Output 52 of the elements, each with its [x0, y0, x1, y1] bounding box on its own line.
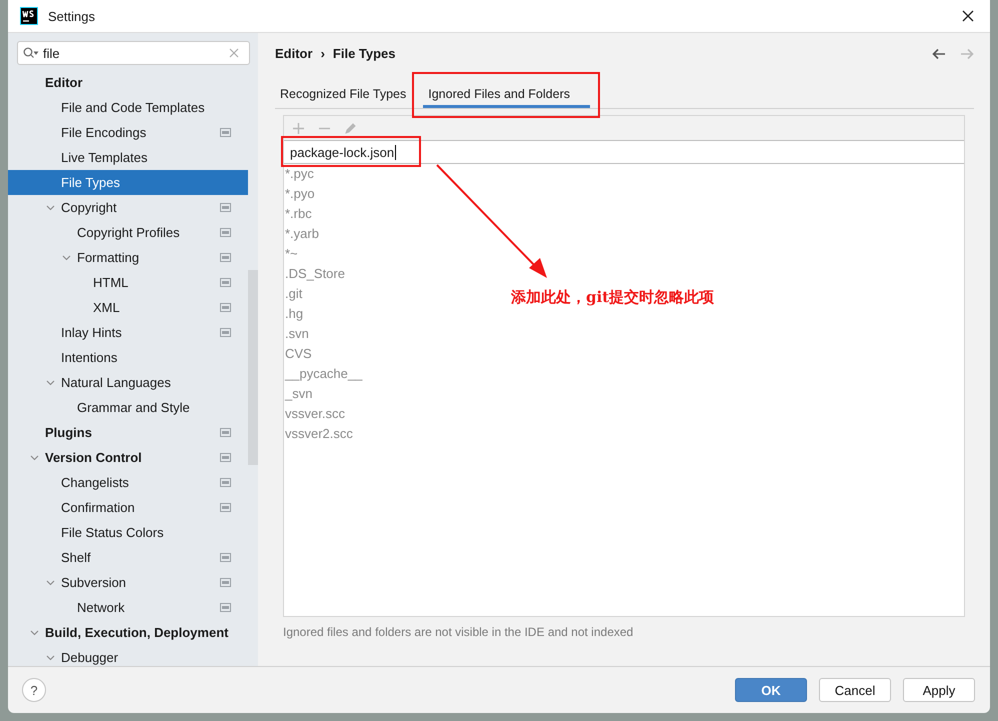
- tree-item[interactable]: Version Control: [8, 445, 248, 470]
- tree-item[interactable]: File and Code Templates: [8, 95, 248, 120]
- scrollbar[interactable]: [248, 270, 258, 465]
- chevron-icon[interactable]: [30, 630, 39, 636]
- chevron-icon[interactable]: [62, 254, 71, 260]
- tree-item[interactable]: Subversion: [8, 570, 248, 595]
- search-icon: [23, 47, 39, 59]
- help-button[interactable]: ?: [22, 678, 46, 702]
- tree-item[interactable]: File Status Colors: [8, 520, 248, 545]
- chevron-icon[interactable]: [46, 654, 55, 660]
- tree-item[interactable]: Inlay Hints: [8, 320, 248, 345]
- tree-item[interactable]: File Types: [8, 170, 248, 195]
- tree-item[interactable]: Confirmation: [8, 495, 248, 520]
- chevron-icon[interactable]: [30, 454, 39, 460]
- tree-item[interactable]: Grammar and Style: [8, 395, 248, 420]
- annotation-note: 添加此处，git提交时忽略此项: [511, 288, 714, 307]
- tree-item[interactable]: XML: [8, 295, 248, 320]
- dialog-button[interactable]: OK: [735, 678, 807, 702]
- tree-item[interactable]: Natural Languages: [8, 370, 248, 395]
- clear-icon[interactable]: [229, 48, 239, 58]
- window-title: Settings: [48, 8, 95, 24]
- breadcrumb-item[interactable]: Editor: [275, 46, 313, 61]
- tree-item[interactable]: Debugger: [8, 645, 248, 666]
- dialog-button[interactable]: Apply: [903, 678, 975, 702]
- tree-item[interactable]: HTML: [8, 270, 248, 295]
- dialog-button[interactable]: Cancel: [819, 678, 891, 702]
- app-logo-icon: [20, 7, 38, 25]
- close-icon[interactable]: [962, 10, 974, 22]
- tree-item[interactable]: Live Templates: [8, 145, 248, 170]
- breadcrumb-current: File Types: [332, 46, 396, 61]
- tree-item[interactable]: Network: [8, 595, 248, 620]
- chevron-icon[interactable]: [46, 580, 55, 586]
- tree-item[interactable]: Shelf: [8, 545, 248, 570]
- tree-item[interactable]: Copyright Profiles: [8, 220, 248, 245]
- breadcrumb-separator: ›: [320, 46, 325, 61]
- tab[interactable]: Ignored Files and Folders: [423, 82, 590, 108]
- tree-item[interactable]: File Encodings: [8, 120, 248, 145]
- tree-item[interactable]: Build, Execution, Deployment: [8, 620, 248, 645]
- hint-text: Ignored files and folders are not visible in the IDE and not indexed: [283, 625, 634, 639]
- back-arrow-icon[interactable]: [932, 48, 946, 60]
- tab[interactable]: Recognized File Types: [275, 82, 412, 108]
- search-field[interactable]: file: [17, 41, 250, 65]
- chevron-icon[interactable]: [46, 380, 55, 386]
- tree-item[interactable]: Plugins: [8, 420, 248, 445]
- tree-item[interactable]: Changelists: [8, 470, 248, 495]
- pattern-input-field[interactable]: package-lock.json: [284, 140, 964, 164]
- pattern-item[interactable]: *~: [284, 244, 298, 264]
- tree-item[interactable]: Intentions: [8, 345, 248, 370]
- chevron-icon[interactable]: [46, 204, 55, 210]
- tree-item[interactable]: Formatting: [8, 245, 248, 270]
- tree-item[interactable]: Copyright: [8, 195, 248, 220]
- tree-item[interactable]: Editor: [8, 70, 248, 95]
